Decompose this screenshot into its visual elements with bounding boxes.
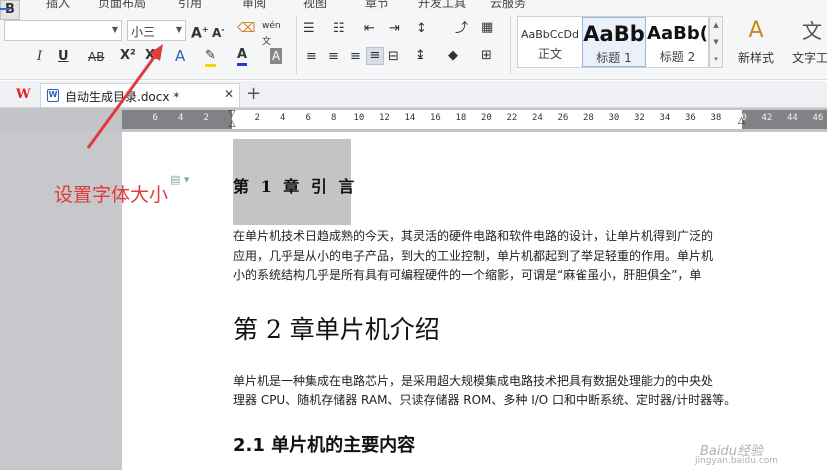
annotation-arrow [86, 44, 163, 149]
annotation-label: 设置字体大小 [54, 184, 169, 206]
watermark-url: jingyan.baidu.com [695, 456, 779, 466]
